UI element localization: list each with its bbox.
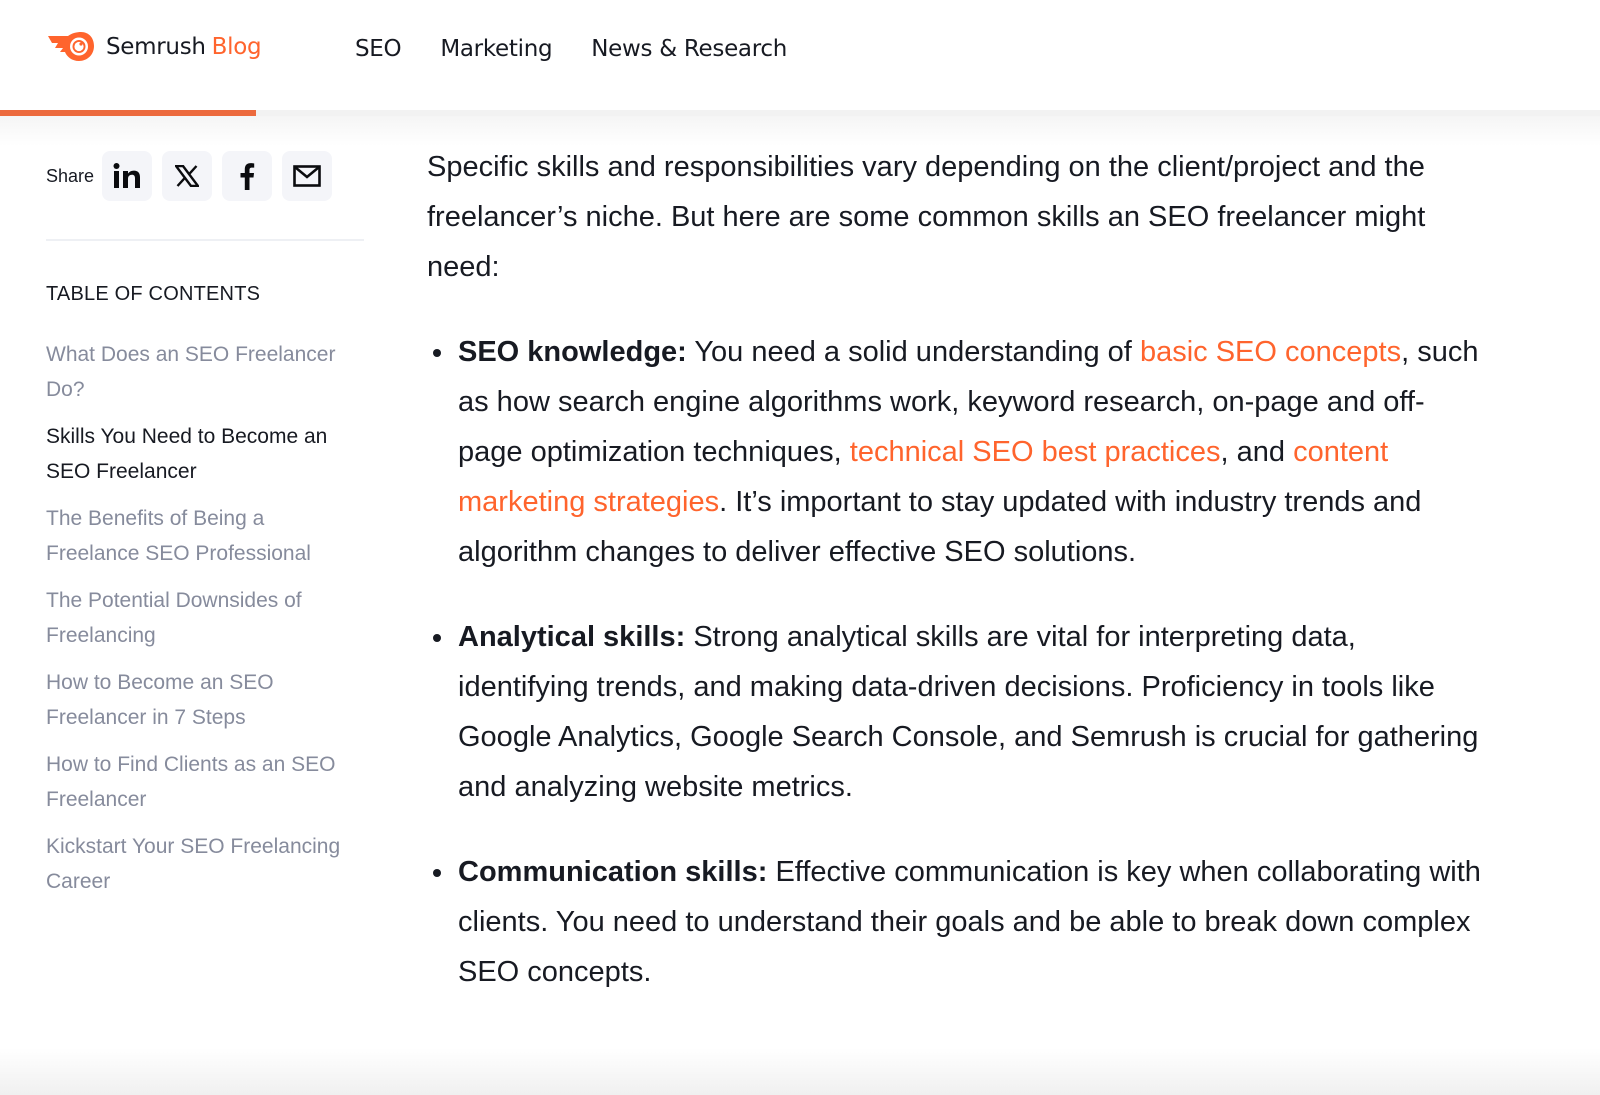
toc-item: Kickstart Your SEO Freelancing Career bbox=[46, 829, 346, 899]
share-row: Share bbox=[46, 151, 342, 201]
article-body: Specific skills and responsibilities var… bbox=[427, 142, 1487, 1032]
toc-link-kickstart-career[interactable]: Kickstart Your SEO Freelancing Career bbox=[46, 829, 346, 899]
email-icon bbox=[293, 165, 321, 187]
nav-marketing[interactable]: Marketing bbox=[440, 36, 552, 62]
x-icon bbox=[175, 165, 200, 187]
skill-item-seo-knowledge: SEO knowledge: You need a solid understa… bbox=[427, 327, 1487, 577]
toc-link-find-clients[interactable]: How to Find Clients as an SEO Freelancer bbox=[46, 747, 346, 817]
toc-link-benefits[interactable]: The Benefits of Being a Freelance SEO Pr… bbox=[46, 501, 346, 571]
facebook-icon bbox=[240, 163, 255, 190]
toc-item: How to Become an SEO Freelancer in 7 Ste… bbox=[46, 665, 346, 735]
skill-title: Communication skills: bbox=[458, 856, 768, 888]
sidebar-divider bbox=[46, 239, 364, 241]
share-email-button[interactable] bbox=[282, 151, 333, 201]
share-x-button[interactable] bbox=[162, 151, 213, 201]
toc-link-how-to-become[interactable]: How to Become an SEO Freelancer in 7 Ste… bbox=[46, 665, 346, 735]
semrush-comet-icon bbox=[48, 32, 94, 61]
logo-text: Semrush Blog bbox=[106, 34, 262, 60]
table-of-contents: What Does an SEO Freelancer Do? Skills Y… bbox=[46, 337, 346, 911]
intro-paragraph: Specific skills and responsibilities var… bbox=[427, 151, 1426, 283]
share-facebook-button[interactable] bbox=[222, 151, 273, 201]
toc-link-skills-you-need[interactable]: Skills You Need to Become an SEO Freelan… bbox=[46, 419, 346, 489]
toc-item: Skills You Need to Become an SEO Freelan… bbox=[46, 419, 346, 489]
skill-title: Analytical skills: bbox=[458, 621, 686, 653]
toc-title: TABLE OF CONTENTS bbox=[46, 283, 261, 305]
skills-list: SEO knowledge: You need a solid understa… bbox=[427, 327, 1487, 997]
toc-item: The Benefits of Being a Freelance SEO Pr… bbox=[46, 501, 346, 571]
share-linkedin-button[interactable] bbox=[102, 151, 153, 201]
link-technical-seo-best-practices[interactable]: technical SEO best practices bbox=[850, 436, 1221, 468]
bottom-fade bbox=[0, 1048, 1600, 1095]
linkedin-icon bbox=[113, 163, 141, 188]
site-header: Semrush Blog SEO Marketing News & Researc… bbox=[0, 0, 1600, 110]
logo-brand: Semrush bbox=[106, 34, 206, 60]
nav-news-research[interactable]: News & Research bbox=[591, 36, 787, 62]
toc-item: What Does an SEO Freelancer Do? bbox=[46, 337, 346, 407]
main-nav: SEO Marketing News & Research bbox=[355, 36, 826, 62]
skill-title: SEO knowledge: bbox=[458, 336, 687, 368]
skill-text: You need a solid understanding of bbox=[686, 336, 1140, 368]
logo-blog: Blog bbox=[211, 34, 262, 60]
skill-item-analytical: Analytical skills: Strong analytical ski… bbox=[427, 612, 1487, 812]
nav-seo[interactable]: SEO bbox=[355, 36, 402, 62]
toc-item: How to Find Clients as an SEO Freelancer bbox=[46, 747, 346, 817]
toc-link-downsides[interactable]: The Potential Downsides of Freelancing bbox=[46, 583, 346, 653]
toc-item: The Potential Downsides of Freelancing bbox=[46, 583, 346, 653]
link-basic-seo-concepts[interactable]: basic SEO concepts bbox=[1140, 336, 1401, 368]
share-label: Share bbox=[46, 165, 95, 186]
skill-text: , and bbox=[1220, 436, 1294, 468]
skill-item-communication: Communication skills: Effective communic… bbox=[427, 847, 1487, 997]
toc-link-what-does-seo-freelancer-do[interactable]: What Does an SEO Freelancer Do? bbox=[46, 337, 346, 407]
semrush-blog-logo[interactable]: Semrush Blog bbox=[46, 30, 262, 64]
